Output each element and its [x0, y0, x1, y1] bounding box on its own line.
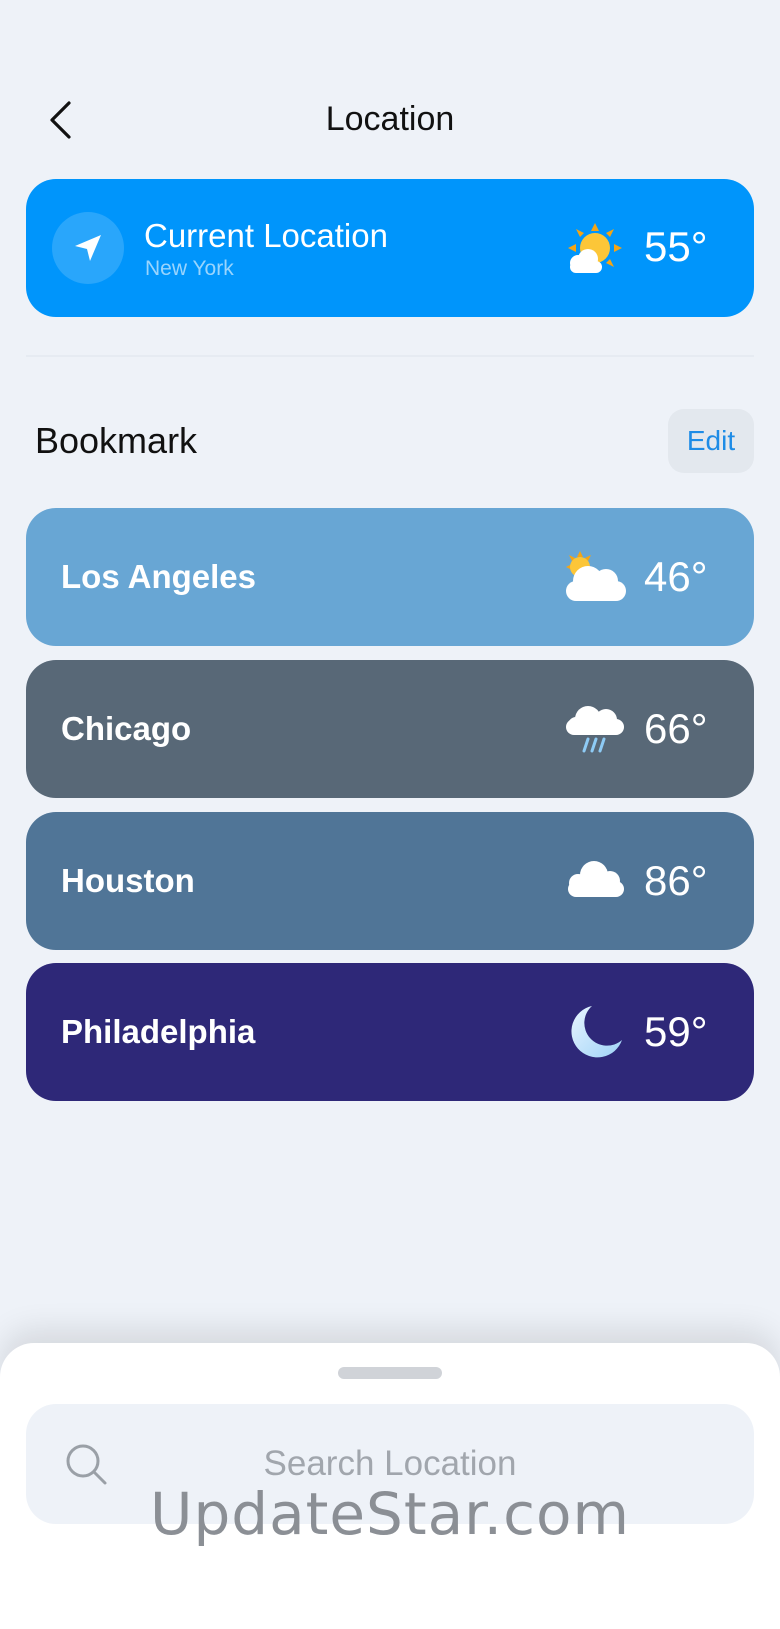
search-placeholder: Search Location: [263, 1444, 517, 1483]
crescent-moon-icon: [571, 1006, 622, 1058]
current-location-title: Current Location: [144, 217, 388, 254]
sun-behind-cloud-icon: [568, 223, 622, 273]
partly-cloudy-icon: [566, 551, 626, 601]
edit-button[interactable]: Edit: [668, 409, 754, 473]
drag-handle[interactable]: [338, 1367, 442, 1379]
watermark: UpdateStar.com: [150, 1480, 630, 1548]
city-temperature: 66°: [644, 705, 708, 752]
cloud-icon: [568, 861, 624, 897]
current-location-card[interactable]: Current Location New York 55°: [26, 179, 754, 317]
bookmark-card-los-angeles[interactable]: Los Angeles 46°: [26, 508, 754, 646]
city-name: Houston: [61, 862, 195, 899]
bookmark-card-houston[interactable]: Houston 86°: [26, 812, 754, 950]
bookmark-heading: Bookmark: [35, 420, 198, 461]
page-title: Location: [325, 100, 455, 138]
city-temperature: 46°: [644, 553, 708, 600]
city-temperature: 86°: [644, 857, 708, 904]
bookmark-card-chicago[interactable]: Chicago 66°: [26, 660, 754, 798]
city-temperature: 59°: [644, 1008, 708, 1055]
current-location-city: New York: [145, 257, 234, 280]
bookmark-card-philadelphia[interactable]: Philadelphia 59°: [26, 963, 754, 1101]
current-temperature: 55°: [644, 223, 708, 270]
rain-cloud-icon: [566, 706, 624, 753]
city-name: Philadelphia: [61, 1013, 256, 1050]
location-arrow-icon: [75, 235, 101, 261]
divider: [26, 355, 754, 357]
city-name: Chicago: [61, 710, 192, 747]
city-name: Los Angeles: [61, 558, 256, 595]
location-arrow-badge: [52, 212, 124, 284]
header: Location: [0, 80, 780, 160]
